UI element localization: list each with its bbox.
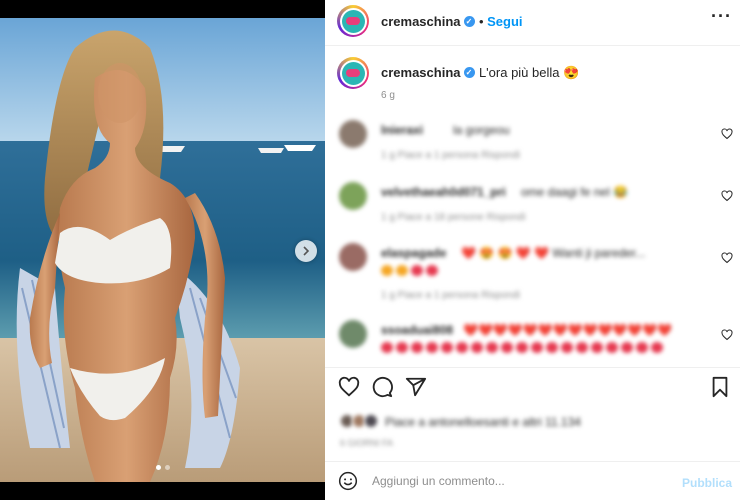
bookmark-icon[interactable]	[709, 376, 731, 398]
send-icon[interactable]	[405, 376, 427, 398]
comment-emoji-row	[381, 263, 441, 281]
carousel-dot-active	[155, 465, 161, 470]
smiley-icon[interactable]	[338, 471, 358, 491]
caption-avatar[interactable]	[337, 57, 369, 89]
actions-divider	[325, 367, 740, 368]
header-divider	[325, 45, 740, 46]
more-horizontal-icon[interactable]: ···	[711, 6, 732, 27]
heart-icon[interactable]	[338, 376, 360, 398]
post-media[interactable]	[0, 0, 325, 500]
chevron-right-icon[interactable]	[295, 240, 317, 262]
comment-meta[interactable]: 1 g Piace a 1 persona Rispondi	[381, 290, 520, 301]
comment-text: ❤️ 😍 😍 ❤️ ❤️ Wanti ji pareder...	[461, 246, 646, 260]
comment-text: la gorgeou	[453, 123, 510, 137]
media-letterbox-bottom	[0, 482, 325, 500]
post-header: cremaschina ✓ • Segui	[381, 13, 523, 31]
comment-hearts-row	[381, 340, 666, 358]
comment-meta[interactable]: 1 g Piace a 18 persone Rispondi	[381, 212, 526, 223]
liker-avatar[interactable]	[364, 414, 378, 428]
verified-badge-icon: ✓	[463, 67, 475, 79]
caption-username[interactable]: cremaschina	[381, 65, 461, 80]
comment-text: ❤️❤️❤️❤️❤️❤️❤️❤️❤️❤️❤️❤️❤️❤️	[463, 323, 673, 337]
publish-button[interactable]: Pubblica	[682, 476, 732, 490]
post-photo	[0, 18, 325, 482]
commenter-avatar[interactable]	[339, 320, 367, 348]
comment-input[interactable]	[372, 470, 672, 492]
caption-time[interactable]: 6 g	[381, 90, 395, 101]
commenter-avatar[interactable]	[339, 120, 367, 148]
commenter-username[interactable]: ssoaduai808	[381, 323, 453, 337]
follow-button[interactable]: Segui	[487, 14, 522, 29]
caption: cremaschina ✓ L'ora più bella 😍	[381, 64, 579, 82]
carousel-dots	[0, 465, 325, 470]
author-username[interactable]: cremaschina	[381, 14, 461, 29]
add-comment-bar: Pubblica	[325, 462, 740, 500]
commenter-username[interactable]: elaspagade	[381, 246, 446, 260]
heart-icon[interactable]	[721, 190, 733, 202]
liked-by-text[interactable]: Piace a antonelloesanti e altri 11.134	[385, 415, 581, 429]
commenter-username[interactable]: velvethaeah0d071_pri	[381, 185, 506, 199]
post-date[interactable]: 6 GIORNI FA	[340, 438, 393, 448]
comment-meta[interactable]: 1 g Piace a 1 persona Rispondi	[381, 150, 520, 161]
heart-icon[interactable]	[721, 329, 733, 341]
commenter-avatar[interactable]	[339, 243, 367, 271]
post-details-panel: cremaschina ✓ • Segui ··· cremaschina ✓ L'…	[325, 0, 740, 500]
comment-text: ome daagi fe nel 😂	[521, 185, 629, 199]
heart-icon[interactable]	[721, 128, 733, 140]
commenter-username[interactable]: lnieraxi	[381, 123, 423, 137]
commenter-avatar[interactable]	[339, 182, 367, 210]
header-separator: •	[478, 14, 488, 29]
comment-icon[interactable]	[371, 376, 393, 398]
author-avatar[interactable]	[337, 5, 369, 37]
carousel-dot	[164, 465, 170, 470]
caption-text: L'ora più bella 😍	[478, 65, 580, 80]
heart-icon[interactable]	[721, 252, 733, 264]
media-letterbox-top	[0, 0, 325, 18]
verified-badge-icon: ✓	[463, 16, 475, 28]
